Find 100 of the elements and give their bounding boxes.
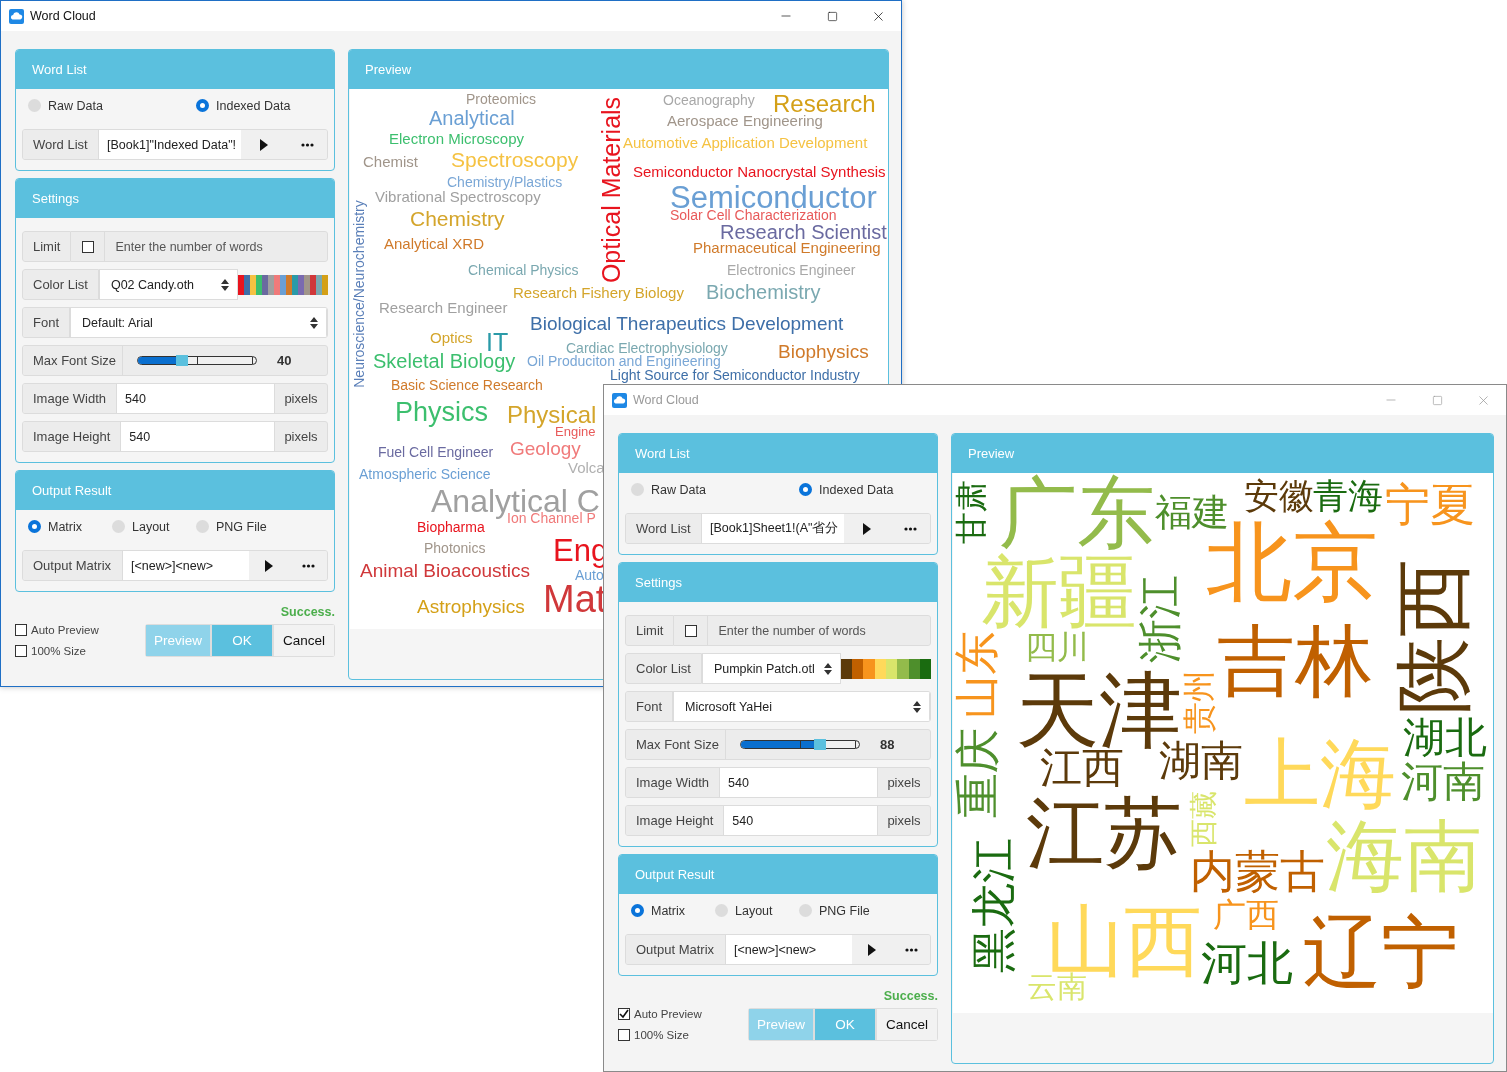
cloud-word: Research Fishery Biology bbox=[513, 284, 684, 300]
cloud-word: 安徽 bbox=[1244, 477, 1314, 513]
cloud-word: 宁夏 bbox=[1385, 481, 1475, 527]
panel-header: Settings bbox=[16, 179, 334, 218]
cloud-word: 广东 bbox=[999, 474, 1155, 552]
field-label: Font bbox=[23, 308, 70, 337]
font-size-slider[interactable] bbox=[137, 356, 257, 365]
cloud-word: 西藏 bbox=[1190, 791, 1218, 847]
cloud-word: Automotive Application Development bbox=[623, 134, 868, 150]
cloud-word: Astrophysics bbox=[417, 596, 525, 616]
field-label: Max Font Size bbox=[23, 346, 123, 375]
cloud-word: Biochemistry bbox=[706, 282, 821, 302]
font-size-slider[interactable] bbox=[740, 740, 860, 749]
radio-option[interactable]: Indexed Data bbox=[196, 98, 328, 113]
checkbox[interactable] bbox=[618, 1008, 630, 1020]
cloud-word: 浙江 bbox=[1138, 575, 1182, 663]
panel-header: Word List bbox=[16, 50, 334, 89]
radio-option[interactable]: PNG File bbox=[799, 903, 931, 918]
cloud-word: 河北 bbox=[1201, 940, 1293, 986]
cloud-word: Auto bbox=[575, 568, 604, 582]
radio-option[interactable]: Layout bbox=[112, 519, 196, 534]
font-select[interactable]: Microsoft YaHei bbox=[673, 692, 930, 721]
cloud-word: Analytical XRD bbox=[384, 235, 485, 251]
cloud-word: 贵州 bbox=[1183, 670, 1215, 734]
checkbox[interactable] bbox=[81, 240, 94, 253]
color-list-select[interactable]: Q02 Candy.oth bbox=[98, 269, 238, 300]
color-list-select[interactable]: Pumpkin Patch.otl bbox=[701, 653, 841, 684]
cloud-word: Chemical Physics bbox=[468, 263, 579, 277]
maximize-icon bbox=[1431, 394, 1443, 406]
cloud-word: 新疆 bbox=[981, 553, 1137, 631]
cloud-word: Oil Produciton and Engineering bbox=[527, 354, 721, 368]
cloud-word: Physical bbox=[507, 403, 597, 427]
radio-option[interactable]: Matrix bbox=[28, 519, 112, 534]
up-down-icon bbox=[913, 700, 921, 713]
cloud-word: Photonics bbox=[424, 541, 486, 555]
word-count-field[interactable]: Enter the number of words bbox=[105, 231, 328, 262]
cloud-word: Chemist bbox=[363, 153, 418, 169]
checkbox[interactable] bbox=[15, 624, 27, 636]
radio-option[interactable]: Raw Data bbox=[28, 98, 196, 113]
option-checkbox[interactable]: 100% Size bbox=[15, 645, 99, 657]
cloud-word: 甘肃 bbox=[955, 480, 987, 544]
up-down-icon bbox=[823, 662, 832, 675]
panel-header: Preview bbox=[349, 50, 888, 89]
cloud-word: Cardiac Electrophysiology bbox=[566, 341, 728, 355]
checkbox[interactable] bbox=[15, 645, 27, 657]
cloud-word: 四川 bbox=[1025, 631, 1089, 663]
window-title: Word Cloud bbox=[633, 393, 700, 407]
cloud-word: 河南 bbox=[1401, 761, 1485, 803]
cloud-word: 吉林 bbox=[1217, 622, 1373, 700]
cloud-word: 江苏 bbox=[1026, 794, 1182, 872]
cloud-word: 青海 bbox=[1313, 477, 1383, 513]
radio-option[interactable]: Matrix bbox=[631, 903, 715, 918]
field-label: Color List bbox=[22, 269, 99, 300]
cloud-word: Research Engineer bbox=[379, 299, 508, 315]
status-text: Success. bbox=[280, 605, 335, 619]
panel-header: Settings bbox=[619, 563, 937, 602]
status-text: Success. bbox=[883, 989, 938, 1003]
font-select[interactable]: Default: Arial bbox=[70, 308, 327, 337]
cloud-word: Biological Therapeutics Development bbox=[530, 313, 844, 333]
maximize-icon bbox=[826, 10, 838, 22]
action-button[interactable]: Cancel bbox=[877, 1009, 937, 1040]
cloud-word: 湖北 bbox=[1403, 717, 1487, 759]
app-icon bbox=[9, 8, 24, 24]
cloud-word: 陕西 bbox=[1394, 559, 1472, 715]
option-checkbox[interactable]: Auto Preview bbox=[15, 624, 99, 636]
radio-option[interactable]: Layout bbox=[715, 903, 799, 918]
cloud-word: Atmospheric Science bbox=[359, 467, 491, 481]
cloud-word: 上海 bbox=[1244, 736, 1396, 812]
checkbox[interactable] bbox=[618, 1029, 630, 1041]
action-button[interactable]: Cancel bbox=[274, 625, 334, 656]
cloud-word: Fuel Cell Engineer bbox=[378, 445, 494, 459]
radio-option[interactable]: Raw Data bbox=[631, 482, 799, 497]
cloud-word: Analytical bbox=[429, 108, 515, 128]
slider-reading: 40 bbox=[277, 353, 292, 368]
radio-option[interactable]: PNG File bbox=[196, 519, 328, 534]
cloud-word: Mat bbox=[543, 580, 607, 618]
cloud-word: Optics bbox=[430, 329, 473, 345]
panel-header: Word List bbox=[619, 434, 937, 473]
cloud-word: Geology bbox=[510, 438, 581, 458]
window-title: Word Cloud bbox=[30, 9, 97, 23]
cloud-word: 黑龙江 bbox=[970, 837, 1016, 973]
word-count-field[interactable]: Enter the number of words bbox=[708, 615, 931, 646]
cloud-word: Research Scientist bbox=[720, 222, 887, 242]
check-icon bbox=[619, 1009, 629, 1019]
option-checkbox[interactable]: Auto Preview bbox=[618, 1008, 702, 1020]
cloud-word: 广西 bbox=[1213, 897, 1279, 931]
app-icon bbox=[612, 392, 627, 408]
option-checkbox[interactable]: 100% Size bbox=[618, 1029, 702, 1041]
radio-option[interactable]: Indexed Data bbox=[799, 482, 931, 497]
up-down-icon bbox=[220, 278, 229, 291]
cloud-word: Engine bbox=[555, 424, 596, 438]
cloud-word: Oceanography bbox=[663, 93, 755, 107]
checkbox[interactable] bbox=[684, 624, 697, 637]
cloud-word: Vibrational Spectroscopy bbox=[375, 188, 541, 204]
cloud-word: 重庆 bbox=[954, 728, 1000, 818]
field-label: Color List bbox=[625, 653, 702, 684]
cloud-word: Biopharma bbox=[417, 520, 485, 534]
cloud-word: Volca bbox=[568, 459, 605, 475]
cloud-word: Spectroscopy bbox=[451, 148, 579, 170]
field-label: Font bbox=[626, 692, 673, 721]
